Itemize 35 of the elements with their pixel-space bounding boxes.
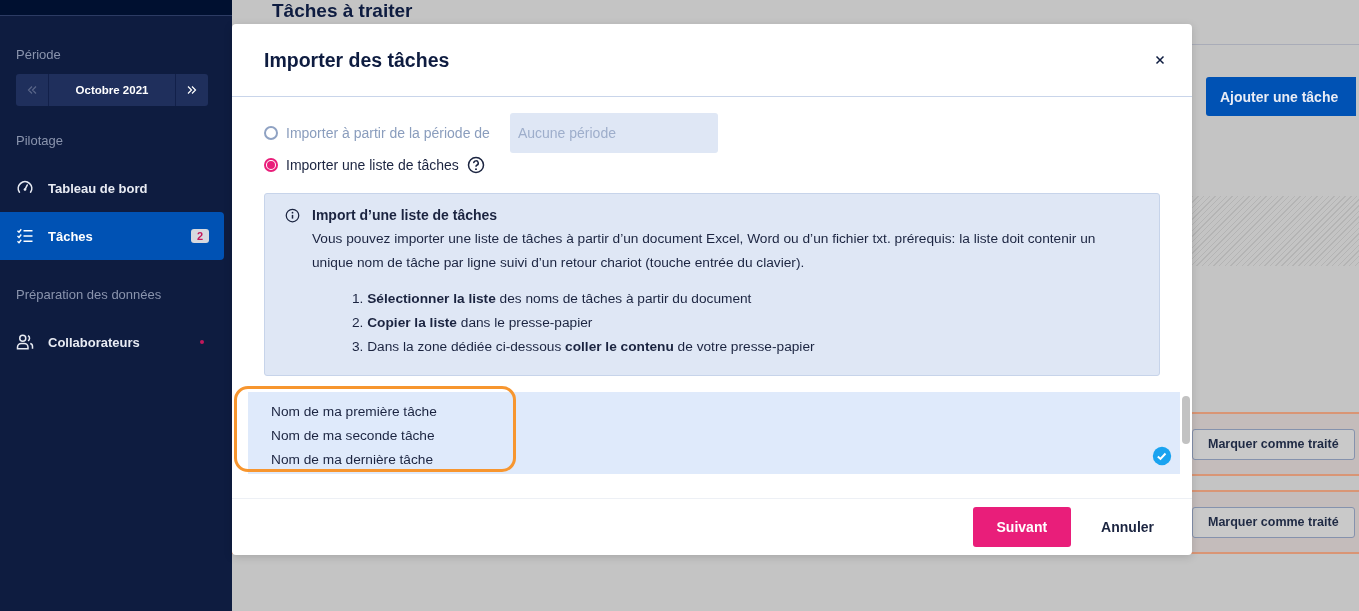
instruction-step: 3. Dans la zone dédiée ci-dessous coller le contenu de votre presse-papier [352,335,1139,359]
count-badge: 2 [190,229,209,243]
section-heading: Période [15,46,62,64]
section-heading: Pilotage [15,132,64,150]
checklist-icon [16,227,34,245]
instruction-step: 1. Sélectionner la liste des noms de tâches à partir du document [352,287,1139,311]
double-chevron-icon [186,84,198,96]
task-list-field[interactable]: Nom de ma première tâche Nom de ma seconde tâche Nom de ma dernière tâche [248,392,1192,474]
cancel-button[interactable]: Annuler [1087,507,1168,547]
mark-done-button[interactable]: Marquer comme traité [1192,428,1355,460]
mark-done-button[interactable]: Marquer comme traité [1192,506,1355,538]
users-icon [16,333,34,351]
radio-button[interactable] [264,158,278,172]
page-title: Tâches à traiter [272,0,414,22]
info-text: Vous pouvez importer une liste de tâches à partir d’un document Excel, Word ou d’un fichier txt. prérequis: la liste doit contenir un unique nom de tâche par ligne suivi d’un retour chariot (touche entrée du clavier). [312,230,1097,272]
instruction-step: 2. Copier la liste dans le presse-papier [352,311,1139,335]
scrollbar-thumb[interactable] [1182,396,1190,444]
option-label: Importer à partir de la période de [286,125,490,141]
radio-button[interactable] [264,126,278,140]
next-button[interactable]: Suivant [972,507,1072,547]
section-heading: Préparation des données [15,286,163,304]
help-icon [466,156,485,174]
sidebar-item[interactable]: Collaborateurs [0,318,224,366]
sidebar-item[interactable]: Tâches 2 [0,212,224,260]
close-icon [1154,54,1166,66]
option-label: Importer une liste de tâches [286,157,459,173]
close-button[interactable] [1154,54,1166,66]
sidebar-item[interactable]: Tableau de bord [0,164,224,212]
info-icon [285,208,300,223]
double-chevron-icon [26,84,38,96]
info-title: Import d’une liste de tâches [312,206,499,224]
period-value: Octobre 2021 [48,74,176,106]
add-task-button[interactable]: Ajouter une tâche [1206,77,1356,116]
dialog-title: Importer des tâches [264,48,451,72]
period-field[interactable]: Aucune période [509,113,718,153]
